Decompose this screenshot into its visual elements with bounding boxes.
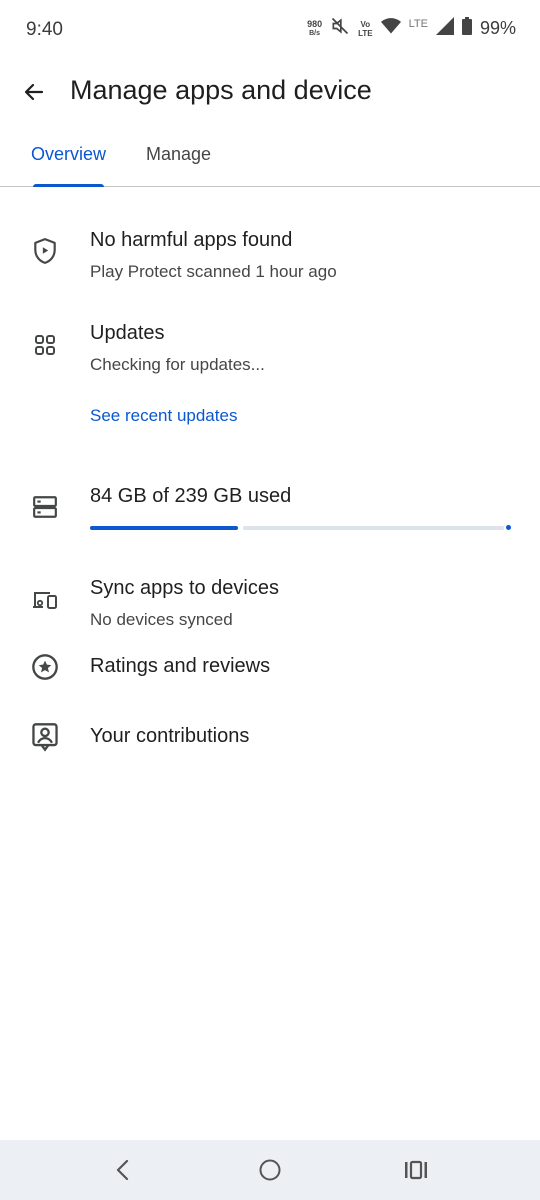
back-button[interactable] [16, 74, 52, 110]
net-speed-value: 980 [307, 18, 323, 29]
star-circle-icon [30, 652, 60, 682]
mute-icon [330, 16, 350, 41]
protect-subtitle: Play Protect scanned 1 hour ago [90, 262, 337, 281]
contributions-icon [30, 722, 60, 752]
status-icons: 980 B/s Vo LTE LTE 99% [307, 16, 516, 41]
status-time: 9:40 [26, 19, 63, 40]
network-speed-icon: 980 B/s [307, 18, 323, 38]
protect-title: No harmful apps found [90, 229, 293, 251]
see-recent-updates-link[interactable]: See recent updates [90, 406, 237, 426]
storage-title: 84 GB of 239 GB used [90, 485, 292, 507]
ratings-reviews-row[interactable]: Ratings and reviews [0, 648, 540, 688]
active-tab-indicator [33, 184, 104, 187]
net-speed-unit: B/s [309, 29, 321, 37]
status-bar: 9:40 980 B/s Vo LTE LTE 99% [0, 0, 540, 60]
sync-title: Sync apps to devices [90, 577, 279, 599]
storage-used-fill [90, 526, 238, 530]
storage-track-end [506, 525, 511, 530]
sync-apps-row[interactable]: Sync apps to devices No devices synced [0, 570, 540, 640]
updates-subtitle: Checking for updates... [90, 355, 265, 374]
updates-title: Updates [90, 322, 165, 344]
contributions-row[interactable]: Your contributions [0, 718, 540, 758]
volte-icon: Vo LTE [358, 20, 373, 38]
volte-bottom: LTE [358, 28, 373, 38]
storage-icon [30, 492, 60, 522]
nav-home-button[interactable] [254, 1154, 286, 1186]
nav-recents-icon [405, 1160, 427, 1180]
arrow-back-icon [24, 83, 44, 101]
updates-row[interactable]: Updates Checking for updates... [0, 315, 540, 385]
tab-manage[interactable]: Manage [146, 144, 211, 165]
nav-back-icon [116, 1159, 129, 1181]
nav-home-icon [259, 1159, 281, 1181]
devices-icon [30, 585, 60, 615]
tab-bar: Overview Manage [0, 130, 540, 187]
ratings-title: Ratings and reviews [90, 655, 271, 677]
cellular-signal-icon [435, 17, 454, 40]
battery-percent: 99% [479, 18, 516, 38]
storage-free-track [243, 526, 504, 530]
tab-overview[interactable]: Overview [31, 144, 106, 165]
apps-grid-icon [30, 330, 60, 360]
contributions-title: Your contributions [90, 725, 250, 747]
play-protect-row[interactable]: No harmful apps found Play Protect scann… [0, 222, 540, 292]
sync-subtitle: No devices synced [90, 610, 233, 629]
nav-recents-button[interactable] [400, 1154, 432, 1186]
shield-play-icon [30, 236, 60, 266]
lte-label: LTE [408, 18, 428, 30]
page-title: Manage apps and device [70, 75, 372, 105]
volte-top: Vo [360, 19, 371, 29]
wifi-icon [380, 17, 401, 40]
app-bar: Manage apps and device [0, 62, 540, 122]
storage-progress-bar [90, 525, 511, 530]
system-nav-bar [0, 1140, 540, 1200]
nav-back-button[interactable] [107, 1154, 139, 1186]
battery-icon [461, 17, 472, 40]
